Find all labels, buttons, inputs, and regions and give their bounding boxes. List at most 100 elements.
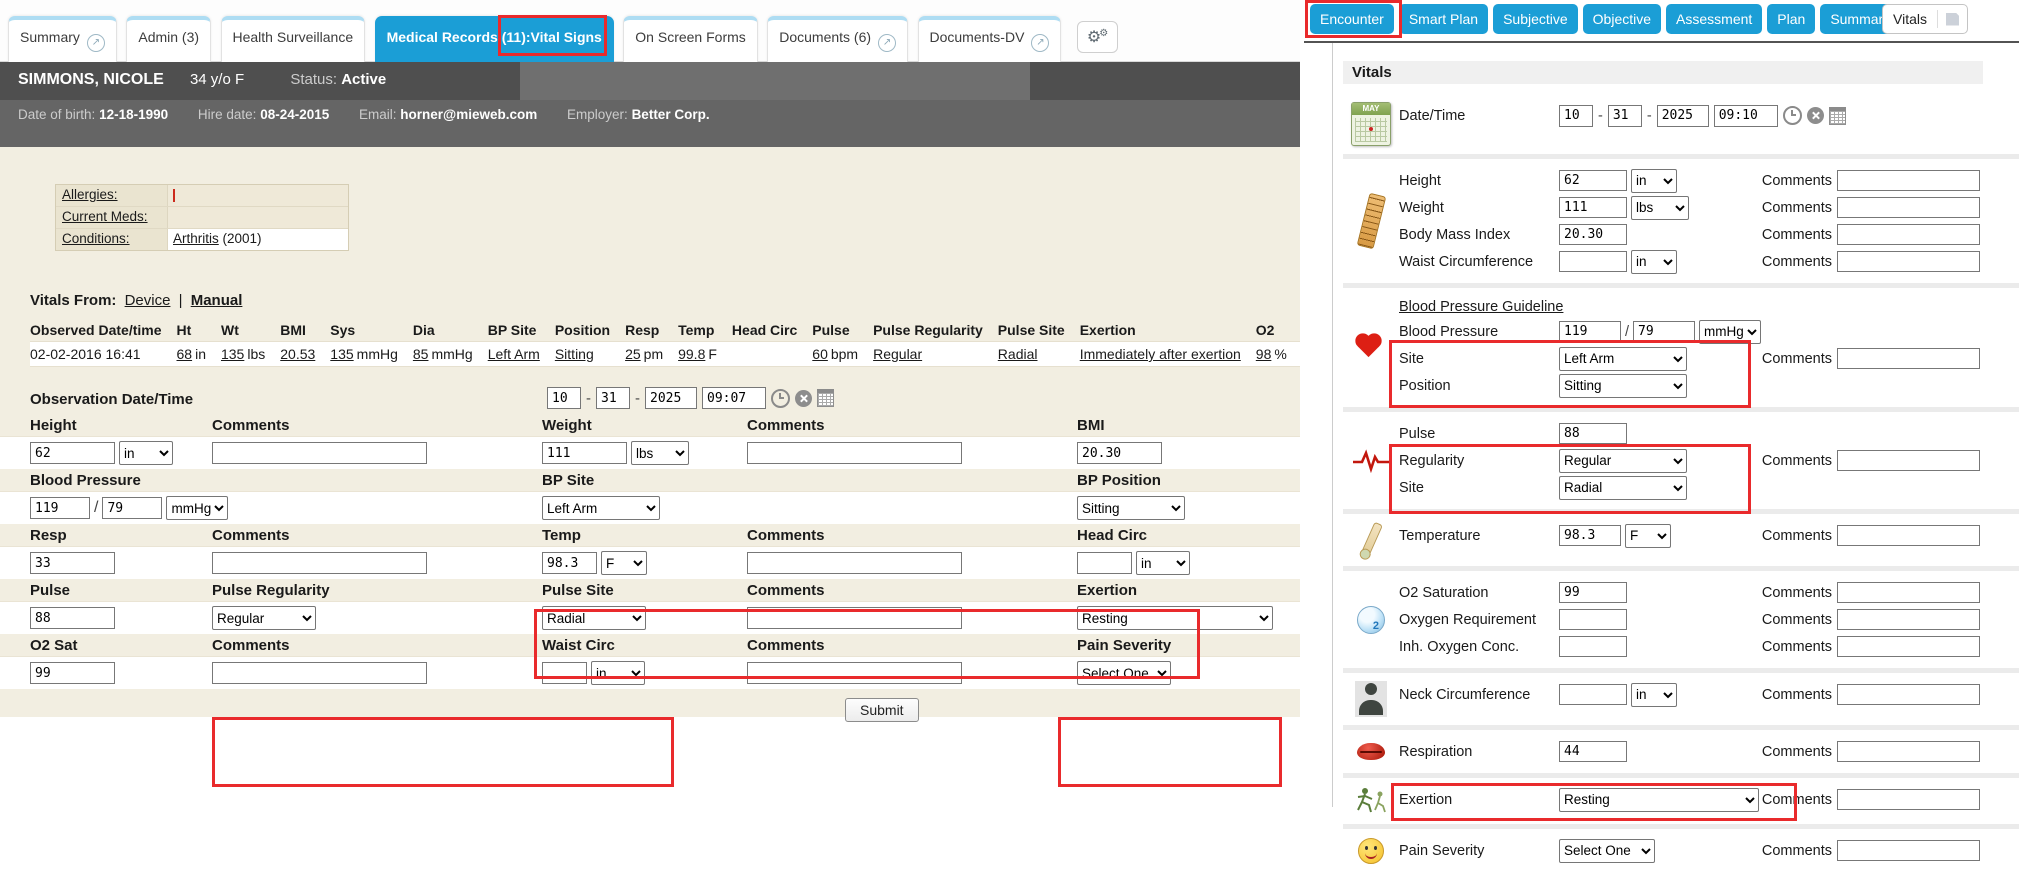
current-meds-link[interactable]: Current Meds: [56, 207, 168, 228]
pulse-comments-input[interactable] [747, 607, 962, 629]
tab-documents[interactable]: Documents (6) [767, 16, 908, 62]
o2-comments-input[interactable] [212, 662, 427, 684]
enc-time-input[interactable] [1714, 105, 1778, 127]
enc-pulse-input[interactable] [1559, 423, 1627, 444]
encounter-tab[interactable]: Subjective [1493, 4, 1578, 34]
enc-temp-unit-select[interactable]: F [1625, 524, 1671, 548]
enc-neck-input[interactable] [1559, 684, 1627, 705]
enc-oxygen-req-input[interactable] [1559, 609, 1627, 630]
history-cell[interactable]: Sitting [555, 342, 625, 367]
popout-icon[interactable] [1031, 34, 1049, 52]
enc-bp-comments-input[interactable] [1837, 348, 1980, 369]
history-cell[interactable]: 60bpm [812, 342, 873, 367]
encounter-tab[interactable]: Plan [1767, 4, 1815, 34]
history-value-link[interactable]: 85 [413, 346, 429, 362]
history-value-link[interactable]: Regular [873, 346, 922, 362]
enc-bp-unit-select[interactable]: mmHg [1699, 320, 1761, 344]
tab-medical-records-active[interactable]: Medical Records (11):Vital Signs [375, 16, 614, 62]
bp-systolic-input[interactable] [30, 497, 90, 519]
clock-icon[interactable] [1783, 106, 1802, 125]
history-cell[interactable]: 25pm [625, 342, 678, 367]
height-comments-input[interactable] [212, 442, 427, 464]
enc-weight-input[interactable] [1559, 197, 1627, 218]
history-cell[interactable]: 68in [177, 342, 221, 367]
history-value-link[interactable]: Radial [998, 346, 1038, 362]
enc-neck-comments-input[interactable] [1837, 684, 1980, 705]
conditions-link[interactable]: Conditions: [56, 229, 168, 250]
history-cell[interactable]: Radial [998, 342, 1080, 367]
history-value-link[interactable]: Sitting [555, 346, 594, 362]
enc-inh-oxygen-input[interactable] [1559, 636, 1627, 657]
history-cell[interactable]: 135mmHg [330, 342, 413, 367]
exertion-select[interactable]: Resting [1077, 606, 1273, 630]
waist-comments-input[interactable] [747, 662, 962, 684]
tab-on-screen-forms[interactable]: On Screen Forms [623, 16, 757, 62]
vitals-from-device-link[interactable]: Device [125, 292, 171, 309]
temp-input[interactable] [542, 552, 597, 574]
bp-site-select[interactable]: Left Arm [542, 496, 660, 520]
tab-health-surveillance[interactable]: Health Surveillance [221, 16, 366, 62]
clear-date-icon[interactable] [795, 390, 812, 407]
obs-day-input[interactable] [596, 387, 630, 409]
history-value-link[interactable]: 99.8 [678, 346, 705, 362]
history-cell[interactable]: Immediately after exertion [1080, 342, 1256, 367]
history-value-link[interactable]: 135 [221, 346, 244, 362]
enc-pain-severity-select[interactable]: Select One [1559, 839, 1655, 863]
enc-pulse-comments-input[interactable] [1837, 450, 1980, 471]
allergies-link[interactable]: Allergies: [56, 185, 168, 206]
history-cell[interactable]: Regular [873, 342, 998, 367]
enc-waist-unit-select[interactable]: in [1631, 250, 1677, 274]
enc-temp-comments-input[interactable] [1837, 525, 1980, 546]
enc-inh-oxygen-comments-input[interactable] [1837, 636, 1980, 657]
enc-bmi-comments-input[interactable] [1837, 224, 1980, 245]
history-value-link[interactable]: 20.53 [280, 346, 315, 362]
submit-button[interactable]: Submit [845, 698, 919, 722]
pulse-regularity-select[interactable]: Regular [212, 606, 316, 630]
weight-unit-select[interactable]: lbs [631, 441, 689, 465]
enc-pulse-site-select[interactable]: Radial [1559, 476, 1687, 500]
pulse-input[interactable] [30, 607, 115, 629]
history-value-link[interactable]: 135 [330, 346, 353, 362]
enc-height-unit-select[interactable]: in [1631, 169, 1677, 193]
enc-bmi-input[interactable] [1559, 224, 1627, 245]
clock-icon[interactable] [771, 389, 790, 408]
enc-temp-input[interactable] [1559, 525, 1621, 546]
bmi-input[interactable] [1077, 442, 1162, 464]
resp-input[interactable] [30, 552, 115, 574]
encounter-tab[interactable]: Objective [1583, 4, 1661, 34]
head-circ-input[interactable] [1077, 552, 1132, 574]
tab-vital-signs-highlighted[interactable]: (11):Vital Signs [502, 29, 602, 45]
condition-arthritis-link[interactable]: Arthritis [173, 231, 219, 246]
history-value-link[interactable]: Left Arm [488, 346, 540, 362]
enc-waist-input[interactable] [1559, 251, 1627, 272]
enc-month-input[interactable] [1559, 105, 1593, 127]
save-icon[interactable] [1938, 13, 1967, 26]
enc-oxygen-req-comments-input[interactable] [1837, 609, 1980, 630]
waist-unit-select[interactable]: in [591, 661, 645, 685]
bp-diastolic-input[interactable] [102, 497, 162, 519]
history-value-link[interactable]: 60 [812, 346, 828, 362]
encounter-tab[interactable]: Encounter [1310, 4, 1394, 34]
clear-date-icon[interactable] [1807, 107, 1824, 124]
enc-o2-sat-comments-input[interactable] [1837, 582, 1980, 603]
enc-day-input[interactable] [1608, 105, 1642, 127]
settings-gear-icon[interactable] [1077, 21, 1118, 53]
enc-weight-comments-input[interactable] [1837, 197, 1980, 218]
popout-icon[interactable] [878, 34, 896, 52]
enc-year-input[interactable] [1657, 105, 1709, 127]
height-unit-select[interactable]: in [119, 441, 173, 465]
enc-pain-comments-input[interactable] [1837, 840, 1980, 861]
bp-guideline-link[interactable]: Blood Pressure Guideline [1399, 299, 1759, 315]
tab-documents-dv[interactable]: Documents-DV [918, 16, 1062, 62]
enc-neck-unit-select[interactable]: in [1631, 683, 1677, 707]
history-value-link[interactable]: 98 [1256, 346, 1272, 362]
bp-unit-select[interactable]: mmHg [166, 496, 228, 520]
head-circ-unit-select[interactable]: in [1136, 551, 1190, 575]
history-value-link[interactable]: 68 [177, 346, 193, 362]
tab-summary[interactable]: Summary [8, 16, 117, 62]
tab-admin[interactable]: Admin (3) [126, 16, 211, 62]
pulse-site-select[interactable]: Radial [542, 606, 646, 630]
enc-respiration-input[interactable] [1559, 741, 1627, 762]
enc-bp-systolic-input[interactable] [1559, 321, 1621, 342]
encounter-tab[interactable]: Assessment [1666, 4, 1762, 34]
